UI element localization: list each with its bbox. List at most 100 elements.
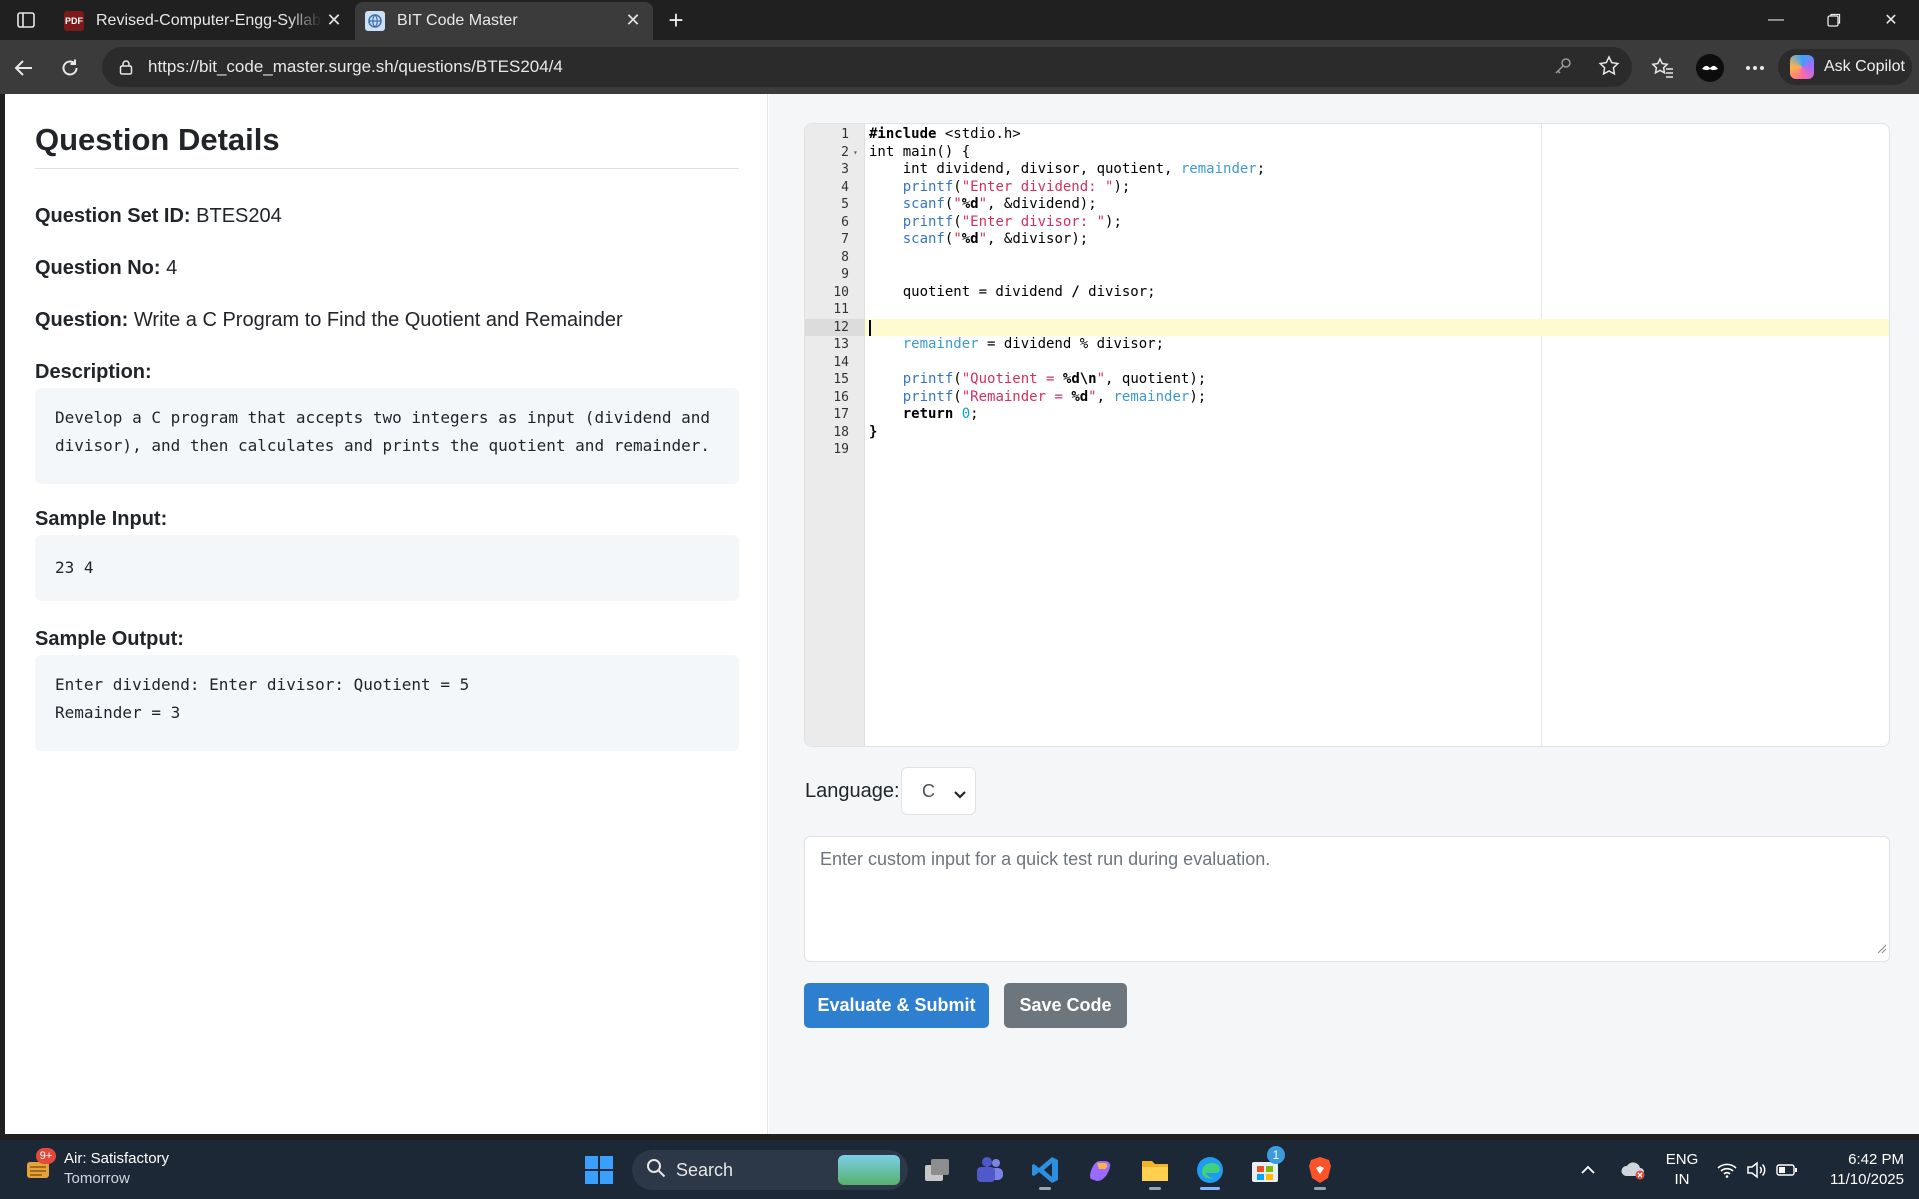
code-line[interactable]: 1 #include <stdio.h> [805,126,1889,144]
code-line[interactable]: 13 remainder = dividend % divisor; [805,336,1889,354]
close-window-icon[interactable]: ✕ [1863,0,1919,40]
code-line[interactable]: 11 [805,301,1889,319]
code-text: printf("Remainder = %d", remainder); [902,388,1207,405]
clock[interactable]: 6:42 PM 11/10/2025 [1818,1150,1904,1190]
vscode-icon[interactable] [1025,1150,1065,1190]
tab-bit-code-master[interactable]: BIT Code Master ✕ [355,2,653,40]
code-line[interactable]: 3 int dividend, divisor, quotient, remai… [805,161,1889,179]
line-number: 4 [841,179,849,195]
code-line[interactable]: 18} [805,424,1889,442]
sample-input-box: 23 4 [35,535,739,601]
copilot-icon [1790,55,1814,79]
line-number: 1 [841,127,849,142]
set-id-value: BTES204 [196,205,282,227]
question-no-label: Question No: [35,257,161,279]
sidebar-toggle-icon[interactable] [10,6,42,34]
sample-input-text: 23 4 [55,558,94,577]
new-tab-icon[interactable]: + [662,5,690,35]
save-code-button[interactable]: Save Code [1004,983,1127,1028]
page-title: Question Details [35,122,280,157]
language-label: Language: [805,780,900,802]
favorites-icon[interactable] [1648,53,1678,83]
favorite-star-icon[interactable] [1598,55,1620,82]
code-line[interactable]: 9 [805,266,1889,284]
minimize-icon[interactable]: — [1748,0,1804,40]
editor-panel: 1 #include <stdio.h> 2 ▾ int main() {3 int d… [769,94,1919,1134]
question-no-value: 4 [166,257,178,279]
store-icon[interactable]: 1 [1245,1146,1285,1190]
file-explorer-icon[interactable] [1135,1150,1175,1190]
sample-input-label: Sample Input: [35,508,168,530]
copilot-app-icon[interactable] [1080,1150,1120,1190]
reload-icon[interactable] [54,52,86,84]
battery-icon[interactable] [1776,1140,1798,1199]
more-options-icon[interactable] [1740,53,1770,83]
code-line[interactable]: 12 [805,318,1889,336]
code-line[interactable]: 17 return 0; [805,406,1889,424]
code-text: printf("Enter divisor: "); [902,213,1122,230]
sample-output-label: Sample Output: [35,628,184,650]
code-line[interactable]: 2 ▾ int main() { [805,144,1889,162]
restore-icon[interactable] [1806,0,1862,40]
code-line[interactable]: 7 scanf("%d", &divisor); [805,231,1889,249]
search-icon [646,1158,666,1183]
line-number: 7 [841,232,849,247]
wifi-icon[interactable] [1717,1140,1737,1199]
extension-icon[interactable] [1695,53,1725,83]
key-icon[interactable] [1552,55,1574,82]
volume-icon[interactable] [1746,1140,1768,1199]
line-number: 12 [805,318,865,336]
code-lines[interactable]: 1 #include <stdio.h> 2 ▾ int main() {3 int d… [805,126,1889,459]
language-select[interactable]: C [901,767,976,815]
address-bar[interactable]: https://bit_code_master.surge.sh/questio… [102,47,1632,87]
code-line[interactable]: 4 printf("Enter dividend: "); [805,179,1889,197]
code-line[interactable]: 5 scanf("%d", &dividend); [805,196,1889,214]
brave-icon[interactable] [1300,1150,1340,1190]
url-text: https://bit_code_master.surge.sh/questio… [148,57,563,76]
description-box: Develop a C program that accepts two int… [35,388,739,484]
evaluate-submit-button[interactable]: Evaluate & Submit [804,983,989,1028]
sample-input-heading: Sample Input: [35,508,167,531]
close-tab-icon[interactable]: ✕ [623,10,643,30]
code-line[interactable]: 16 printf("Remainder = %d", remainder); [805,389,1889,407]
code-line[interactable]: 8 [805,249,1889,267]
divider [35,168,739,169]
resize-grip-icon[interactable] [1877,938,1887,959]
sample-output-box: Enter dividend: Enter divisor: Quotient … [35,655,739,751]
tab-title: BIT Code Master [397,12,518,29]
code-text: quotient = dividend / divisor; [869,283,1156,300]
tab-syllabus[interactable]: PDF Revised-Computer-Engg-Syllabus ✕ [54,2,354,40]
start-icon[interactable] [579,1150,619,1190]
code-text: return 0; [902,406,979,422]
input-language-indicator[interactable]: ENG IN [1664,1150,1700,1190]
fold-toggle-icon[interactable]: ▾ [853,144,858,162]
running-indicator [1200,1187,1220,1190]
line-number: 17 [833,407,849,422]
code-line[interactable]: 10 quotient = dividend / divisor; [805,284,1889,302]
edge-icon[interactable] [1190,1150,1230,1190]
line-number: 18 [833,424,849,440]
copilot-label: Ask Copilot [1824,58,1905,75]
taskbar-search[interactable]: Search [632,1150,908,1190]
close-tab-icon[interactable]: ✕ [324,10,344,30]
ask-copilot-button[interactable]: Ask Copilot [1778,49,1912,85]
store-badge: 1 [1267,1146,1285,1164]
onedrive-icon[interactable] [1620,1140,1646,1199]
question-label: Question: [35,309,129,331]
code-line[interactable]: 19 [805,441,1889,459]
address-toolbar: https://bit_code_master.surge.sh/questio… [0,40,1919,94]
code-text: remainder = dividend % divisor; [902,336,1165,352]
code-line[interactable]: 6 printf("Enter divisor: "); [805,214,1889,232]
code-line[interactable]: 15 printf("Quotient = %d\n", quotient); [805,371,1889,389]
task-view-icon[interactable] [917,1150,957,1190]
teams-icon[interactable] [970,1150,1010,1190]
show-hidden-icons[interactable] [1580,1140,1596,1199]
clock-date: 11/10/2025 [1830,1171,1904,1188]
custom-input-textarea[interactable]: Enter custom input for a quick test run … [804,836,1890,962]
code-line[interactable]: 14 [805,354,1889,372]
back-icon[interactable] [8,52,40,84]
line-number: 11 [833,302,849,317]
code-editor[interactable]: 1 #include <stdio.h> 2 ▾ int main() {3 int d… [804,123,1890,747]
lock-icon[interactable] [116,59,136,75]
sample-output-heading: Sample Output: [35,628,184,651]
